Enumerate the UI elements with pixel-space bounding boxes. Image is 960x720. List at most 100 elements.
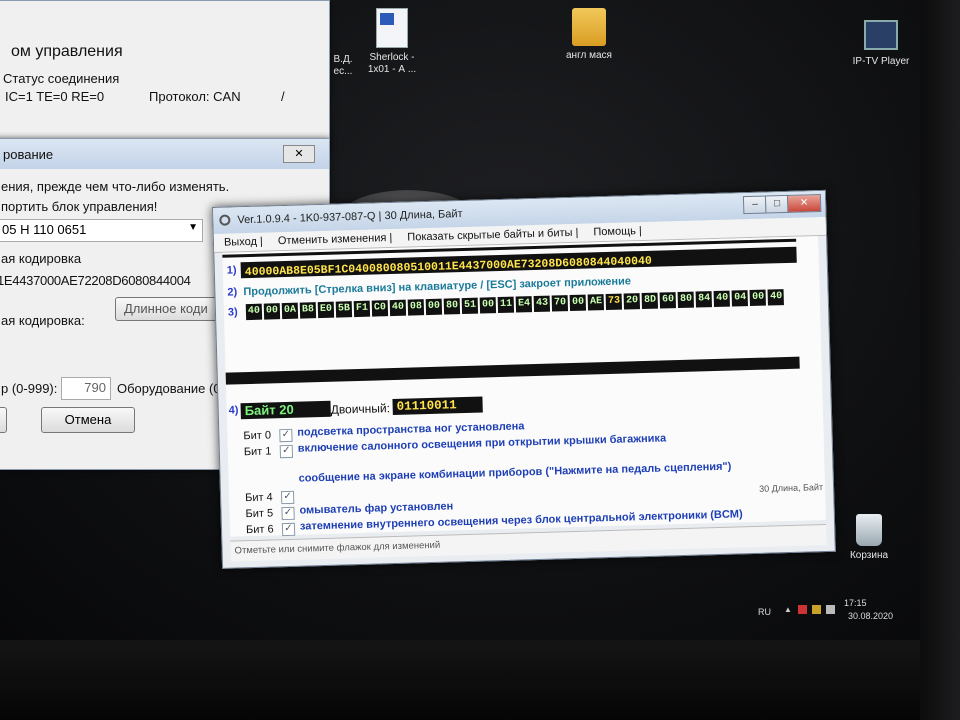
byte-cell[interactable]: 11 <box>497 296 515 314</box>
flag-icon[interactable] <box>812 605 821 614</box>
row-number-4: 4) <box>228 404 239 417</box>
cancel-button[interactable]: Отмена <box>41 407 135 433</box>
bit-6-label: Бит 6 <box>245 523 274 537</box>
byte-cell[interactable]: 00 <box>749 289 767 307</box>
desktop-icon-label: англ мася <box>566 50 612 61</box>
size-badge: 30 Длина, Байт <box>759 482 824 494</box>
folder-icon <box>572 8 606 46</box>
menu-exit[interactable]: Выход | <box>224 236 263 249</box>
byte-cell[interactable]: C0 <box>371 300 389 317</box>
byte-cell[interactable]: 00 <box>263 303 281 320</box>
byte-cell[interactable]: AE <box>587 294 605 311</box>
bit-4-checkbox[interactable]: ✓ <box>280 490 295 505</box>
warning-line-2: портить блок управления! <box>1 199 158 214</box>
bit-5-label: Бит 5 <box>245 507 274 521</box>
byte-cell[interactable]: 40 <box>767 289 785 306</box>
byte-cell[interactable]: 08 <box>407 299 425 316</box>
adaptation-window[interactable]: Ver.1.0.9.4 - 1K0-937-087-Q | 30 Длина, … <box>212 189 836 569</box>
desktop-icon-recycle-bin[interactable]: Корзина <box>838 514 900 562</box>
bit-0-desc: подсветка пространства ног установлена <box>297 420 525 439</box>
byte-cell[interactable]: 40 <box>389 299 407 317</box>
row-number-3: 3) <box>227 306 238 319</box>
bit-1-checkbox[interactable]: ✓ <box>279 444 294 459</box>
binary-label: Двоичный: <box>330 401 391 417</box>
byte-cell[interactable]: E4 <box>515 296 533 313</box>
chevron-down-icon: ▼ <box>188 222 198 233</box>
byte-cell[interactable]: E0 <box>317 301 335 319</box>
byte-cell[interactable]: 40 <box>713 290 731 308</box>
byte-cell[interactable]: 43 <box>533 295 551 313</box>
byte-cell[interactable]: F1 <box>353 300 371 318</box>
desktop-icon-sherlock[interactable]: Sherlock - 1x01 - А ... <box>356 8 428 76</box>
maximize-button[interactable]: □ <box>764 194 790 214</box>
clock-date: 30.08.2020 <box>848 611 894 621</box>
byte-cell[interactable]: 70 <box>551 295 569 312</box>
clock-time[interactable]: 17:15 <box>844 598 867 608</box>
byte-label: Байт 20 <box>240 400 331 420</box>
bit-0-checkbox[interactable]: ✓ <box>279 428 293 443</box>
byte-cell[interactable]: 8D <box>641 292 659 310</box>
desktop-icon-label: Sherlock - 1x01 - А ... <box>367 52 417 75</box>
close-button[interactable]: ✕ <box>283 145 315 163</box>
desktop-icon-label: IP-TV Player <box>852 56 910 67</box>
recycle-bin-icon <box>856 514 882 546</box>
status-slash: / <box>281 89 285 104</box>
network-icon[interactable] <box>798 605 807 614</box>
byte-cell[interactable]: 00 <box>425 298 443 316</box>
language-indicator[interactable]: RU <box>758 607 771 617</box>
coding-label: ая кодировка <box>1 251 82 266</box>
byte-cell[interactable]: 5B <box>335 301 353 318</box>
coding-window-titlebar[interactable]: рование ✕ <box>0 139 329 169</box>
menu-show-hidden[interactable]: Показать скрытые байты и биты | <box>407 227 578 244</box>
byte-cell[interactable]: 00 <box>479 297 497 314</box>
bit-4-label: Бит 4 <box>244 491 273 505</box>
system-tray: RU ▲ 17:15 30.08.2020 <box>748 598 908 626</box>
tray-arrow-icon[interactable]: ▲ <box>784 605 793 614</box>
equipment-label: Оборудование (0 <box>117 381 221 396</box>
bit-0-label: Бит 0 <box>243 429 272 443</box>
desktop-icon-partial[interactable]: В.Д. ес... <box>328 54 358 78</box>
byte-cell[interactable]: 20 <box>623 293 641 310</box>
desktop-icon-label: В.Д. ес... <box>333 54 353 77</box>
byte-cell[interactable]: 04 <box>731 290 749 307</box>
bit-5-checkbox[interactable]: ✓ <box>281 506 295 521</box>
bit-1-label: Бит 1 <box>243 445 272 459</box>
close-button[interactable]: ✕ <box>786 193 822 213</box>
byte-cell[interactable]: 84 <box>695 291 713 308</box>
bit-6-checkbox[interactable]: ✓ <box>281 522 296 537</box>
desktop-icon-label: Корзина <box>849 550 889 561</box>
window-title: рование <box>3 147 54 162</box>
row-number-1: 1) <box>226 264 237 277</box>
byte-cell[interactable]: 80 <box>677 291 695 309</box>
part-number-select[interactable]: 05 H 110 0651 ▼ <box>0 219 203 242</box>
byte-cell[interactable]: 00 <box>569 294 587 312</box>
monitor-side-bezel <box>920 0 960 720</box>
status-line: IC=1 TE=0 RE=0 <box>5 89 105 104</box>
coding-value: 1E4437000AE72208D6080844004 <box>0 273 191 288</box>
byte-cell[interactable]: 0A <box>281 302 299 320</box>
minimize-button[interactable]: – <box>742 195 768 215</box>
byte-cell[interactable]: 40 <box>245 303 263 321</box>
ok-button-partial[interactable] <box>0 407 7 433</box>
range-input[interactable]: 790 <box>61 377 111 400</box>
protocol-label: Протокол: CAN <box>149 89 241 104</box>
new-coding-label: ая кодировка: <box>1 313 85 328</box>
word-document-icon <box>376 8 408 48</box>
volume-icon[interactable] <box>826 605 835 614</box>
part-number-value: 05 H 110 0651 <box>2 222 87 237</box>
byte-cell[interactable]: 73 <box>605 293 623 311</box>
byte-cell[interactable]: 80 <box>443 298 461 315</box>
desktop: В.Д. ес... Sherlock - 1x01 - А ... англ … <box>0 0 920 640</box>
byte-cell[interactable]: 51 <box>461 297 479 315</box>
menu-undo-changes[interactable]: Отменить изменения | <box>278 232 393 247</box>
control-unit-window[interactable]: ом управления Статус соединения IC=1 TE=… <box>0 0 330 152</box>
byte-cell[interactable]: B8 <box>299 302 317 319</box>
warning-line-1: ения, прежде чем что-либо изменять. <box>1 179 230 194</box>
byte-cell[interactable]: 60 <box>659 292 677 309</box>
tv-player-icon <box>864 20 898 50</box>
divider-bar <box>225 356 800 385</box>
menu-help[interactable]: Помощь | <box>593 225 642 238</box>
desktop-icon-folder[interactable]: англ мася <box>554 8 624 62</box>
desktop-icon-iptv[interactable]: IP-TV Player <box>846 20 916 68</box>
window-title: ом управления <box>11 43 123 60</box>
